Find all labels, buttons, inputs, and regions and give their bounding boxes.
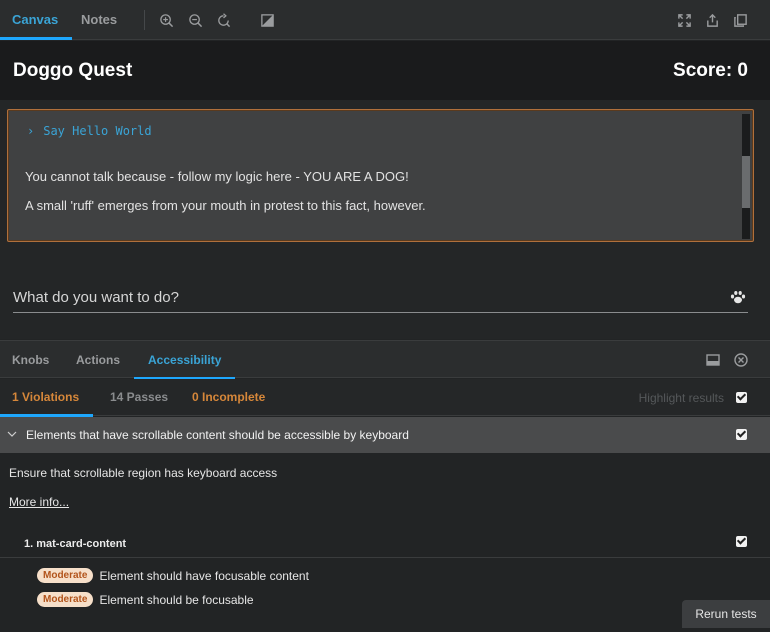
storybook-toolbar: Canvas Notes bbox=[0, 0, 770, 40]
rerun-tests-button[interactable]: Rerun tests bbox=[682, 600, 770, 628]
issue-item: Moderate Element should be focusable bbox=[37, 591, 254, 608]
background-toggle-icon[interactable] bbox=[258, 11, 276, 29]
tab-notes[interactable]: Notes bbox=[81, 0, 117, 40]
chevron-right-icon: › bbox=[27, 124, 35, 138]
issue-text: Element should be focusable bbox=[99, 592, 254, 607]
story-line: A small 'ruff' emerges from your mouth i… bbox=[25, 198, 426, 213]
highlight-results-checkbox[interactable] bbox=[736, 392, 747, 403]
game-header: Doggo Quest Score: 0 bbox=[0, 41, 770, 100]
paw-icon[interactable] bbox=[730, 290, 746, 304]
impact-badge: Moderate bbox=[37, 592, 94, 608]
command-field bbox=[13, 279, 748, 313]
share-icon[interactable] bbox=[703, 11, 721, 29]
scrollbar-thumb[interactable] bbox=[742, 156, 750, 208]
a11y-result-tabs: 1 Violations 14 Passes 0 Incomplete High… bbox=[0, 379, 770, 417]
story-line: You cannot talk because - follow my logi… bbox=[25, 169, 409, 184]
tab-incomplete[interactable]: 0 Incomplete bbox=[192, 379, 265, 416]
story-command-text: Say Hello World bbox=[43, 124, 152, 138]
tab-accessibility[interactable]: Accessibility bbox=[133, 341, 236, 380]
story-command: › Say Hello World bbox=[27, 124, 152, 138]
node-selector: 1. mat-card-content bbox=[24, 538, 127, 550]
panel-position-icon[interactable] bbox=[705, 352, 721, 368]
impact-badge: Moderate bbox=[37, 568, 94, 584]
story-card: › Say Hello World You cannot talk because… bbox=[7, 109, 754, 242]
copy-icon[interactable] bbox=[731, 11, 749, 29]
tab-passes[interactable]: 14 Passes bbox=[110, 379, 168, 416]
reset-zoom-icon[interactable] bbox=[214, 11, 232, 29]
rule-highlight-checkbox[interactable] bbox=[736, 429, 747, 440]
violation-node: 1. mat-card-content bbox=[0, 530, 770, 558]
chevron-down-icon[interactable] bbox=[7, 429, 17, 439]
node-highlight-checkbox[interactable] bbox=[736, 536, 747, 547]
toolbar-divider bbox=[144, 10, 145, 30]
tab-canvas[interactable]: Canvas bbox=[0, 0, 73, 40]
zoom-in-icon[interactable] bbox=[157, 11, 175, 29]
story-scrollbar[interactable] bbox=[742, 114, 750, 239]
command-input[interactable] bbox=[13, 285, 713, 309]
score-display: Score: 0 bbox=[673, 60, 748, 81]
tab-knobs[interactable]: Knobs bbox=[12, 341, 49, 379]
issue-item: Moderate Element should have focusable co… bbox=[37, 567, 309, 584]
close-panel-icon[interactable] bbox=[733, 352, 749, 368]
story-canvas: Doggo Quest Score: 0 › Say Hello World Yo… bbox=[0, 41, 770, 339]
rule-description: Ensure that scrollable region has keyboa… bbox=[9, 466, 278, 480]
addon-panel-tabs: Knobs Actions Accessibility bbox=[0, 340, 770, 380]
issue-text: Element should have focusable content bbox=[99, 568, 309, 583]
highlight-results-label: Highlight results bbox=[638, 391, 724, 405]
game-title: Doggo Quest bbox=[13, 60, 133, 81]
rule-header[interactable]: Elements that have scrollable content sh… bbox=[0, 417, 770, 453]
fullscreen-icon[interactable] bbox=[675, 11, 693, 29]
zoom-out-icon[interactable] bbox=[186, 11, 204, 29]
tab-actions[interactable]: Actions bbox=[76, 341, 120, 379]
more-info-link[interactable]: More info... bbox=[9, 495, 69, 509]
tab-violations[interactable]: 1 Violations bbox=[0, 379, 94, 417]
rule-title: Elements that have scrollable content sh… bbox=[26, 428, 409, 442]
